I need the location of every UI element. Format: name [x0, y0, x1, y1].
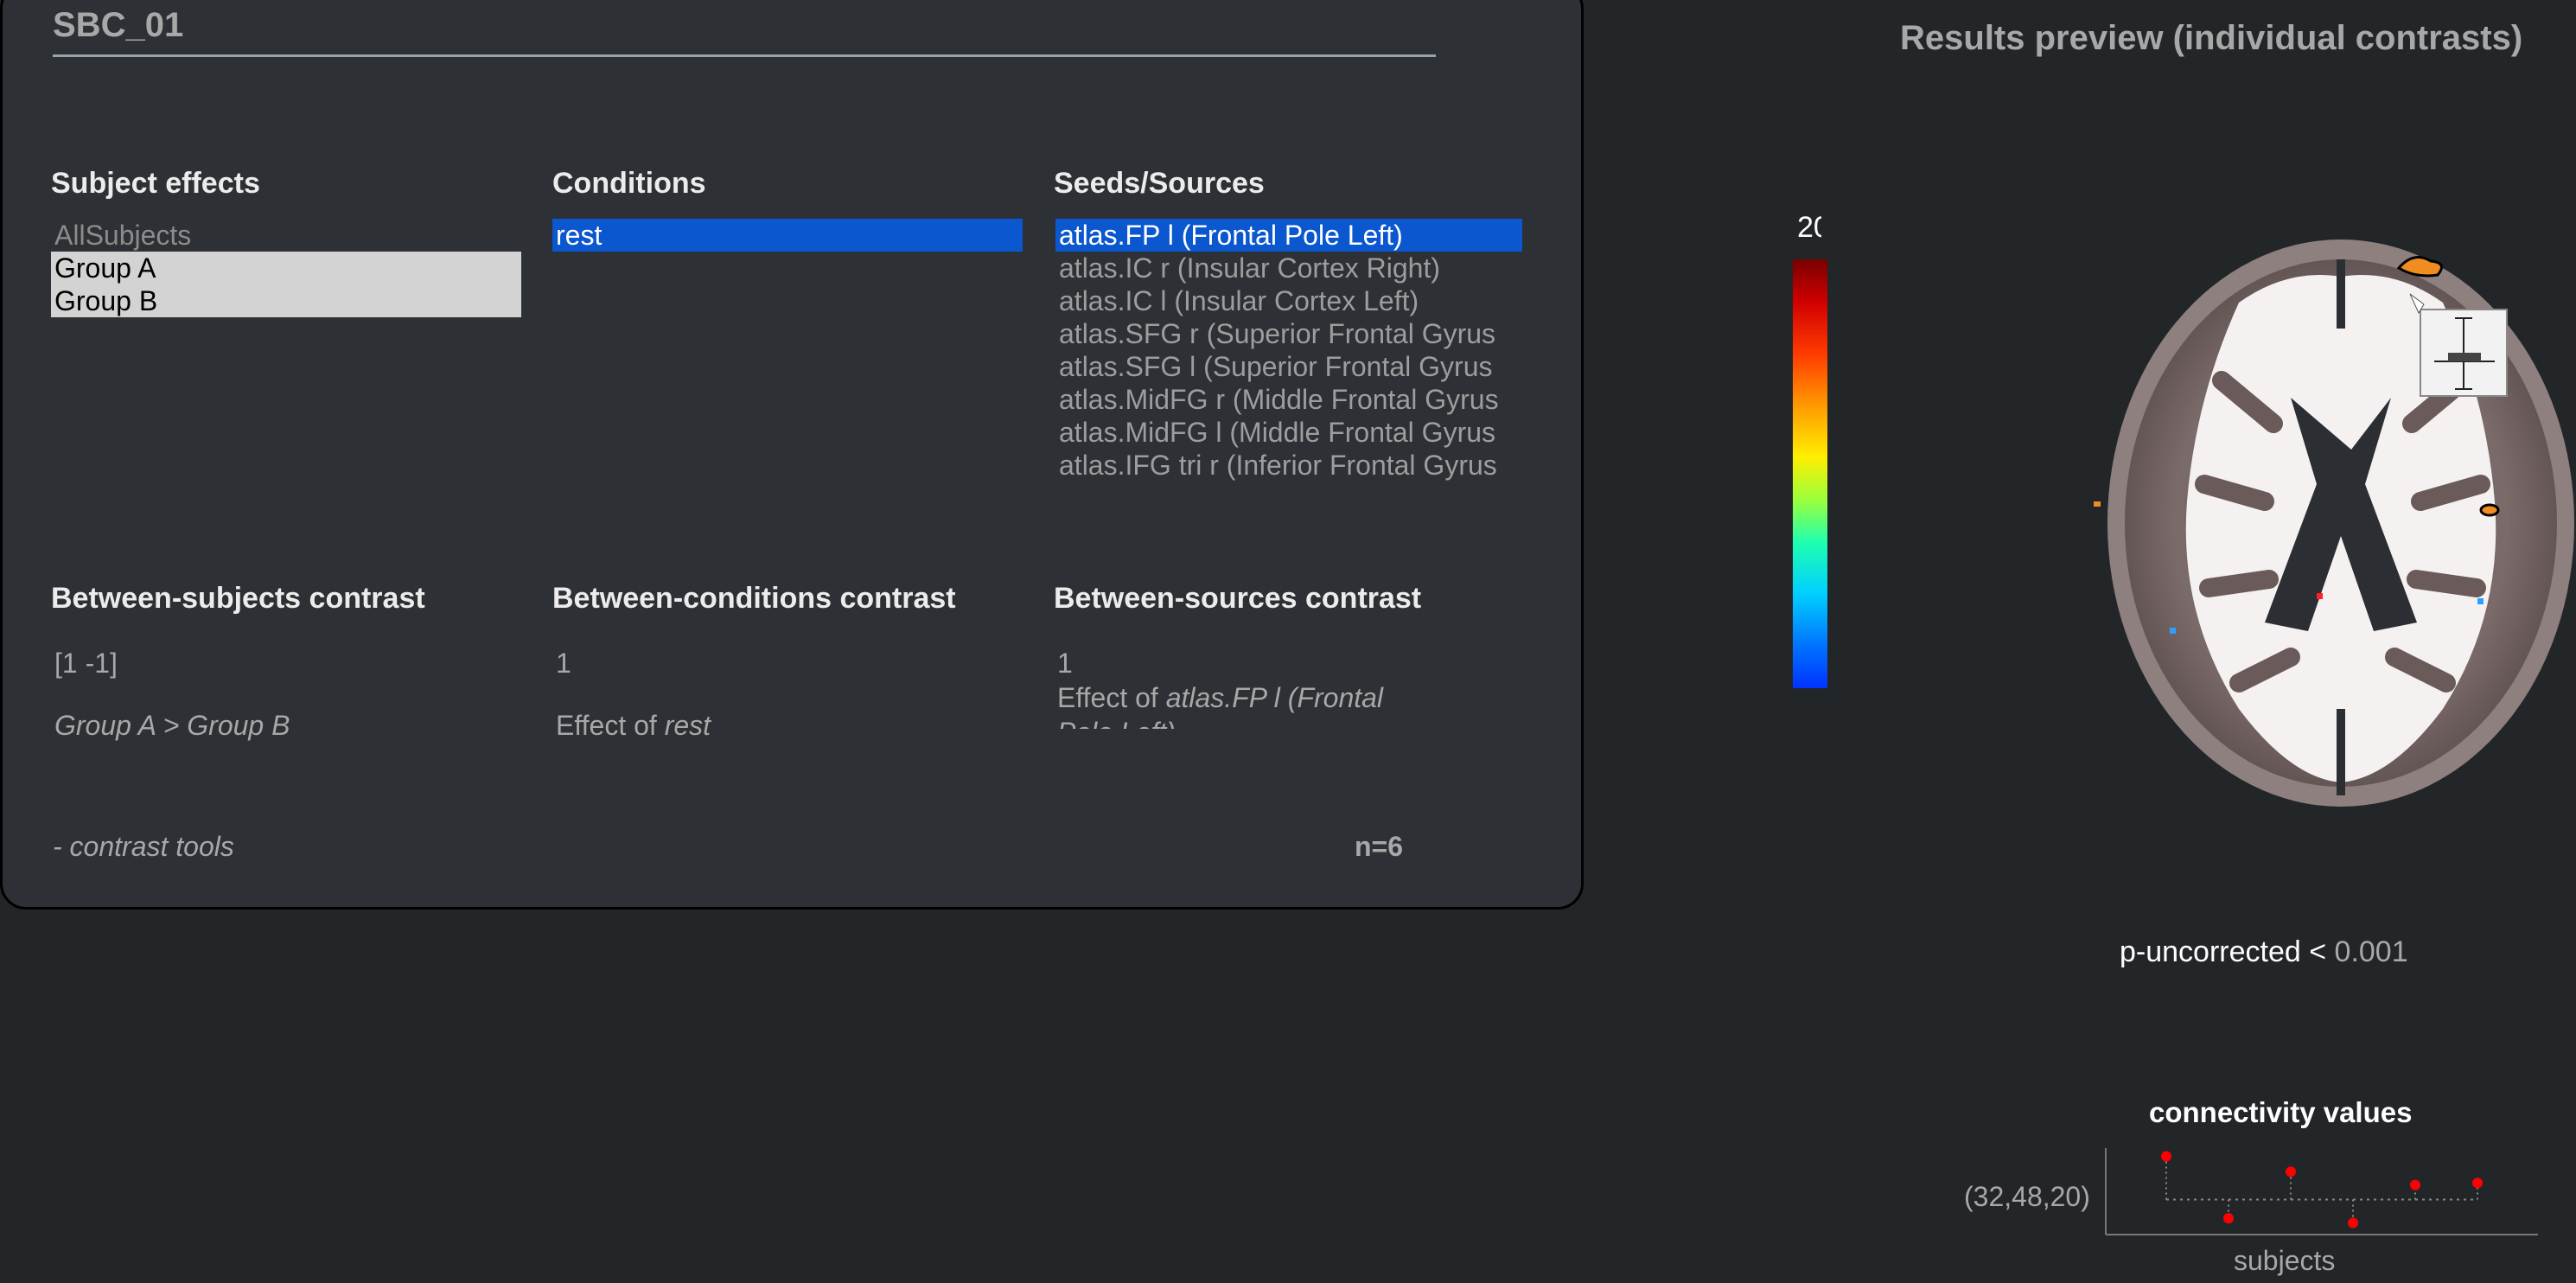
source-item[interactable]: atlas.FP l (Frontal Pole Left): [1055, 219, 1522, 252]
activation-blob: [2477, 598, 2484, 604]
second-level-panel: SBC_01 Subject effects AllSubjects Group…: [0, 0, 1584, 910]
subject-effects-heading: Subject effects: [51, 167, 260, 200]
conditions-list[interactable]: rest: [552, 219, 1023, 252]
data-point[interactable]: [2472, 1178, 2483, 1189]
source-item[interactable]: atlas.SFG l (Superior Frontal Gyrus: [1055, 350, 1522, 383]
source-item[interactable]: atlas.MidFG r (Middle Frontal Gyrus: [1055, 383, 1522, 416]
between-conditions-value[interactable]: 1: [556, 648, 571, 680]
coordinate-label: (32,48,20): [1964, 1181, 2090, 1212]
between-sources-value[interactable]: 1: [1057, 648, 1073, 680]
contrast-tools-label: - contrast tools: [53, 831, 234, 862]
sources-heading: Seeds/Sources: [1054, 167, 1265, 200]
source-item[interactable]: atlas.IC r (Insular Cortex Right): [1055, 252, 1522, 284]
between-subjects-heading: Between-subjects contrast: [51, 582, 425, 615]
data-point[interactable]: [2410, 1179, 2420, 1190]
threshold-value[interactable]: 0.001: [2335, 935, 2408, 968]
source-item[interactable]: atlas.IFG tri r (Inferior Frontal Gyrus: [1055, 449, 1522, 482]
analysis-name[interactable]: SBC_01: [53, 6, 183, 45]
source-item[interactable]: atlas.MidFG l (Middle Frontal Gyrus: [1055, 416, 1522, 449]
source-item[interactable]: atlas.IC l (Insular Cortex Left): [1055, 284, 1522, 317]
brain-slice-image[interactable]: [2092, 225, 2576, 830]
subject-effect-group-b[interactable]: Group B: [51, 284, 521, 317]
results-preview-title: Results preview (individual contrasts): [1900, 19, 2523, 57]
subject-effects-list[interactable]: AllSubjects Group A Group B: [51, 219, 521, 317]
colorbar: [1793, 259, 1827, 688]
threshold-label[interactable]: p-uncorrected < 0.001: [2120, 935, 2408, 969]
between-conditions-description-em: rest: [664, 710, 711, 741]
between-subjects-value[interactable]: [1 -1]: [54, 648, 118, 680]
x-axis-label: subjects: [2234, 1245, 2336, 1276]
activation-blob: [2170, 628, 2176, 634]
contrast-tools-link[interactable]: - contrast tools: [53, 831, 234, 863]
analysis-name-underline: [53, 54, 1436, 57]
between-conditions-heading: Between-conditions contrast: [552, 582, 956, 615]
between-conditions-description-prefix: Effect of: [556, 710, 665, 741]
subject-effect-allsubjects[interactable]: AllSubjects: [51, 219, 521, 252]
colorbar-max-label: 20: [1797, 211, 1821, 244]
connectivity-chart: [2105, 1148, 2538, 1235]
threshold-text: p-uncorrected <: [2120, 935, 2335, 968]
connectivity-chart-title: connectivity values: [2149, 1096, 2413, 1128]
between-subjects-description: Group A > Group B: [54, 710, 290, 742]
condition-rest[interactable]: rest: [552, 219, 1023, 252]
data-point[interactable]: [2223, 1213, 2234, 1224]
data-point[interactable]: [2286, 1166, 2296, 1178]
between-conditions-description: Effect of rest: [556, 710, 711, 742]
between-sources-heading: Between-sources contrast: [1054, 582, 1422, 615]
activation-blob: [2479, 503, 2500, 517]
between-sources-description-prefix: Effect of: [1057, 682, 1166, 713]
data-point[interactable]: [2161, 1151, 2171, 1162]
between-sources-description: Effect of atlas.FP l (Frontal Pole Left): [1057, 680, 1420, 729]
data-point[interactable]: [2348, 1217, 2358, 1229]
activation-blob: [2317, 593, 2323, 599]
subject-effect-group-a[interactable]: Group A: [51, 252, 521, 284]
crosshair-icon: [2448, 353, 2481, 361]
sources-list[interactable]: atlas.FP l (Frontal Pole Left) atlas.IC …: [1055, 219, 1522, 482]
activation-blob: [2094, 501, 2101, 507]
source-item[interactable]: atlas.SFG r (Superior Frontal Gyrus: [1055, 317, 1522, 350]
sample-size-label: n=6: [1355, 831, 1404, 862]
conditions-heading: Conditions: [552, 167, 706, 200]
between-subjects-description-text: Group A > Group B: [54, 710, 290, 741]
